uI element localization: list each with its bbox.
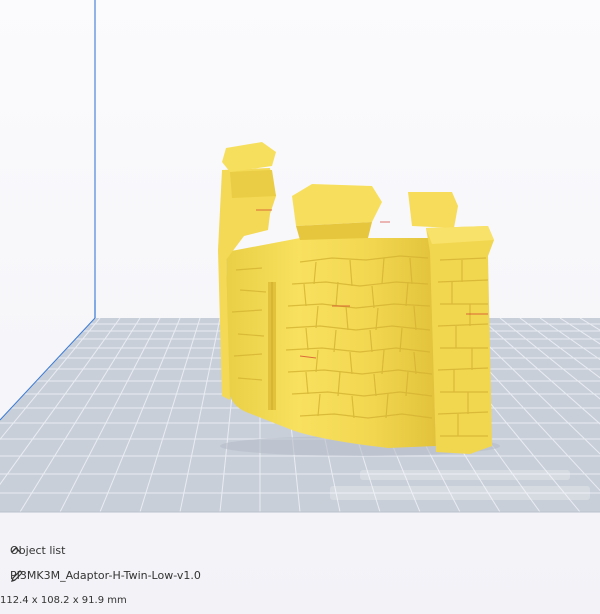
object-list-header[interactable]: Object list: [10, 544, 65, 557]
3d-viewport[interactable]: Object list PI3MK3M_Adaptor-H-Twin-Low-v…: [0, 0, 600, 614]
object-file-name: PI3MK3M_Adaptor-H-Twin-Low-v1.0: [10, 569, 201, 582]
scene: [0, 0, 600, 513]
chevron-up-icon[interactable]: [10, 544, 22, 556]
pencil-icon[interactable]: [10, 569, 24, 583]
object-list-panel: Object list PI3MK3M_Adaptor-H-Twin-Low-v…: [0, 540, 600, 614]
castle-model: [218, 142, 494, 454]
object-dimensions: 112.4 x 108.2 x 91.9 mm: [0, 595, 127, 606]
object-list-item[interactable]: PI3MK3M_Adaptor-H-Twin-Low-v1.0: [10, 569, 201, 582]
dimensions-text: 112.4 x 108.2 x 91.9 mm: [0, 595, 127, 606]
